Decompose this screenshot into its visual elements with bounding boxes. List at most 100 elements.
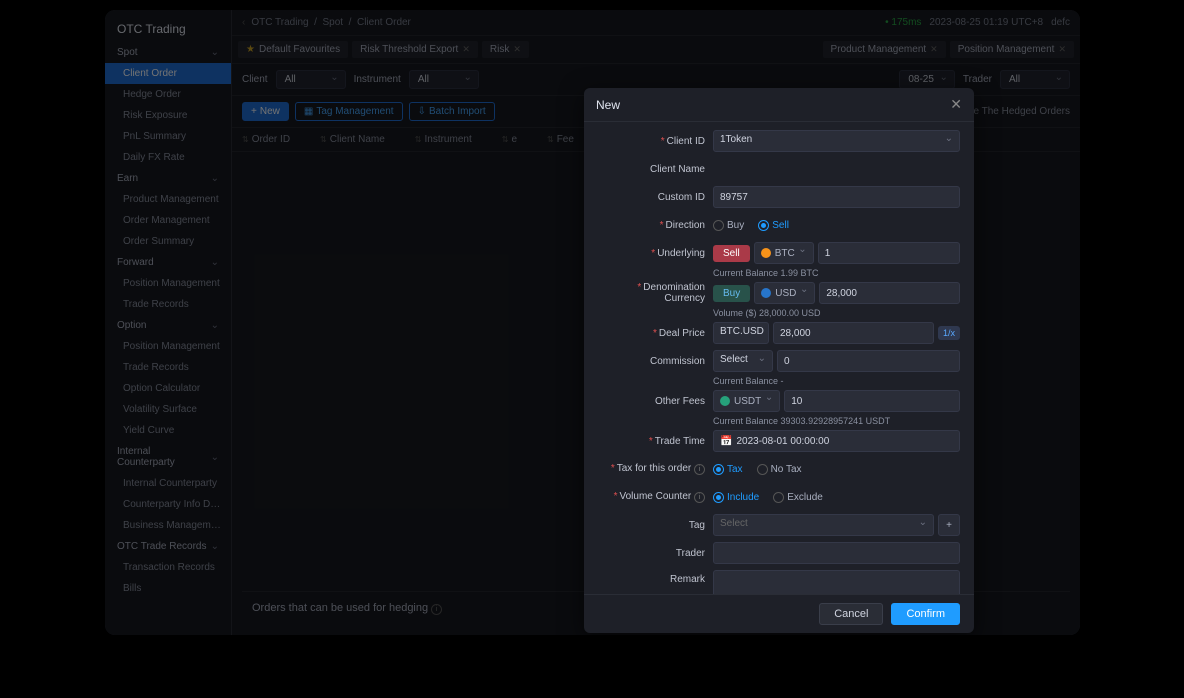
sidebar-group-earn[interactable]: Earn⌄ [105, 168, 231, 189]
tag-management-button[interactable]: ▦Tag Management [295, 102, 403, 121]
tab-default-favourites[interactable]: ★Default Favourites [238, 41, 348, 58]
back-icon[interactable]: ‹ [242, 17, 245, 28]
add-tag-button[interactable]: + [938, 514, 960, 536]
tab-position-management[interactable]: Position Management✕ [950, 41, 1074, 58]
denom-side: Buy [713, 285, 750, 302]
column-client-name[interactable]: Client Name [320, 134, 385, 145]
remark-label: Remark [670, 574, 705, 585]
breadcrumb-segment[interactable]: OTC Trading [251, 17, 308, 28]
other-fees-input[interactable] [784, 390, 960, 412]
breadcrumb-segment[interactable]: Client Order [357, 17, 411, 28]
close-icon[interactable]: ✕ [1058, 44, 1066, 55]
filter-client-select[interactable]: All [276, 70, 346, 89]
info-icon[interactable]: i [431, 604, 442, 615]
commission-label: Commission [650, 356, 705, 367]
filter-trader-select[interactable]: All [1000, 70, 1070, 89]
tab-risk-threshold-export[interactable]: Risk Threshold Export✕ [352, 41, 478, 58]
column-order-id[interactable]: Order ID [242, 134, 290, 145]
filter-instrument-select[interactable]: All [409, 70, 479, 89]
denom-amount-input[interactable] [819, 282, 960, 304]
custom-id-input[interactable] [713, 186, 960, 208]
sidebar-group-spot[interactable]: Spot⌄ [105, 42, 231, 63]
close-icon[interactable]: ✕ [950, 96, 962, 113]
star-icon: ★ [246, 44, 255, 55]
sidebar-item-trade-records[interactable]: Trade Records [105, 357, 231, 378]
sidebar-item-hedge-order[interactable]: Hedge Order [105, 84, 231, 105]
sidebar-item-order-summary[interactable]: Order Summary [105, 231, 231, 252]
sidebar-group-otc-trade-records[interactable]: OTC Trade Records⌄ [105, 536, 231, 557]
tab-product-management[interactable]: Product Management✕ [823, 41, 946, 58]
column-e[interactable]: e [502, 134, 517, 145]
confirm-button[interactable]: Confirm [891, 603, 960, 625]
trader-label: Trader [676, 548, 705, 559]
sidebar: OTC Trading Spot⌄Client OrderHedge Order… [105, 10, 232, 635]
sidebar-item-internal-counterparty[interactable]: Internal Counterparty [105, 473, 231, 494]
underlying-coin-select[interactable]: BTC [754, 242, 814, 264]
denom-volume-line: Volume ($) 28,000.00 USD [598, 308, 960, 318]
sidebar-item-option-calculator[interactable]: Option Calculator [105, 378, 231, 399]
sidebar-item-client-order[interactable]: Client Order [105, 63, 231, 84]
sidebar-item-volatility-surface[interactable]: Volatility Surface [105, 399, 231, 420]
sidebar-group-option[interactable]: Option⌄ [105, 315, 231, 336]
filter-date[interactable]: 08-25 [899, 70, 955, 89]
invert-price-button[interactable]: 1/x [938, 326, 960, 340]
sidebar-item-position-management[interactable]: Position Management [105, 336, 231, 357]
commission-balance: Current Balance - [598, 376, 960, 386]
sidebar-item-transaction-records[interactable]: Transaction Records [105, 557, 231, 578]
sidebar-item-order-management[interactable]: Order Management [105, 210, 231, 231]
tab-risk[interactable]: Risk✕ [482, 41, 529, 58]
client-id-select[interactable]: 1Token [713, 130, 960, 152]
sidebar-item-counterparty-info-detail[interactable]: Counterparty Info Detail [105, 494, 231, 515]
sidebar-item-risk-exposure[interactable]: Risk Exposure [105, 105, 231, 126]
user-menu[interactable]: defc [1051, 17, 1070, 28]
volume-include-radio[interactable]: Include [713, 492, 759, 503]
deal-price-input[interactable] [773, 322, 934, 344]
tax-yes-radio[interactable]: Tax [713, 464, 743, 475]
close-icon[interactable]: ✕ [513, 44, 521, 55]
batch-import-button[interactable]: ⇩Batch Import [409, 102, 495, 121]
info-icon[interactable]: i [694, 464, 705, 475]
denom-label: Denomination Currency [643, 282, 705, 304]
direction-label: Direction [666, 220, 705, 231]
calendar-icon: 📅 [720, 436, 732, 447]
sidebar-item-business-management[interactable]: Business Management [105, 515, 231, 536]
filter-trader-label: Trader [963, 74, 992, 85]
cancel-button[interactable]: Cancel [819, 603, 883, 625]
direction-buy-radio[interactable]: Buy [713, 220, 744, 231]
breadcrumb-segment[interactable]: Spot [323, 17, 344, 28]
close-icon[interactable]: ✕ [930, 44, 938, 55]
commission-input[interactable] [777, 350, 960, 372]
info-icon[interactable]: i [694, 492, 705, 503]
column-fee[interactable]: Fee [547, 134, 574, 145]
other-fees-coin-select[interactable]: USDT [713, 390, 780, 412]
sidebar-item-product-management[interactable]: Product Management [105, 189, 231, 210]
denom-coin-select[interactable]: USD [754, 282, 815, 304]
underlying-label: Underlying [657, 248, 705, 259]
volume-exclude-radio[interactable]: Exclude [773, 492, 823, 503]
trader-input[interactable] [713, 542, 960, 564]
sidebar-item-pnl-summary[interactable]: PnL Summary [105, 126, 231, 147]
underlying-amount-input[interactable] [818, 242, 960, 264]
tabs-row: ★Default FavouritesRisk Threshold Export… [232, 36, 1080, 64]
remark-textarea[interactable] [713, 570, 960, 594]
sidebar-group-internal-counterparty[interactable]: Internal Counterparty⌄ [105, 441, 231, 473]
new-button[interactable]: +New [242, 102, 289, 121]
sidebar-group-forward[interactable]: Forward⌄ [105, 252, 231, 273]
close-icon[interactable]: ✕ [462, 44, 470, 55]
tag-select[interactable]: Select [713, 514, 934, 536]
trade-time-input[interactable]: 📅 2023-08-01 00:00:00 [713, 430, 960, 452]
sidebar-item-yield-curve[interactable]: Yield Curve [105, 420, 231, 441]
sidebar-item-daily-fx-rate[interactable]: Daily FX Rate [105, 147, 231, 168]
column-instrument[interactable]: Instrument [415, 134, 472, 145]
sidebar-item-position-management[interactable]: Position Management [105, 273, 231, 294]
modal-title: New [596, 98, 620, 112]
tax-no-radio[interactable]: No Tax [757, 464, 802, 475]
direction-sell-radio[interactable]: Sell [758, 220, 789, 231]
filter-instrument-label: Instrument [354, 74, 401, 85]
sidebar-item-trade-records[interactable]: Trade Records [105, 294, 231, 315]
tax-label: Tax for this order [617, 463, 691, 474]
tag-icon: ▦ [304, 106, 313, 117]
commission-coin-select[interactable]: Select [713, 350, 773, 372]
volume-counter-label: Volume Counter [620, 491, 692, 502]
sidebar-item-bills[interactable]: Bills [105, 578, 231, 599]
